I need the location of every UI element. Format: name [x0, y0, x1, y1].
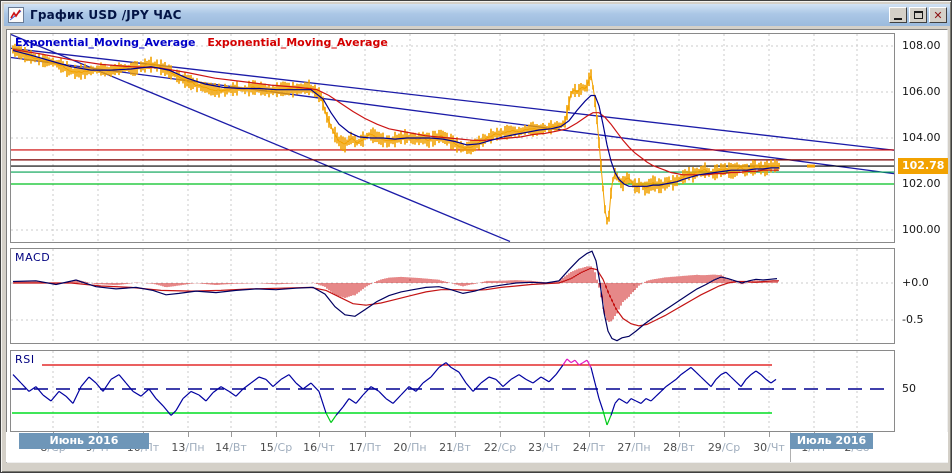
date-label: 30/Чт — [753, 441, 785, 454]
price-chart-canvas — [10, 33, 895, 243]
date-label: 28/Вт — [663, 441, 695, 454]
rsi-tick-label: 50 — [902, 382, 916, 395]
date-label: 29/Ср — [707, 441, 741, 454]
date-label: 22/Ср — [483, 441, 517, 454]
date-tick — [410, 432, 411, 437]
price-chart-panel[interactable]: Exponential_Moving_Average Exponential_M… — [10, 33, 895, 243]
date-tick — [276, 432, 277, 437]
date-tick — [544, 432, 545, 437]
ema-legend-red: Exponential_Moving_Average — [207, 36, 388, 49]
maximize-button[interactable] — [909, 7, 927, 23]
date-label: 15/Ср — [259, 441, 293, 454]
close-icon: ✕ — [933, 8, 943, 22]
minimize-icon — [894, 18, 902, 20]
window-controls: ✕ — [889, 7, 947, 23]
month-label-june: Июнь 2016 — [19, 433, 149, 449]
price-tick-label: 100.00 — [902, 223, 941, 236]
close-button[interactable]: ✕ — [929, 7, 947, 23]
date-tick — [231, 432, 232, 437]
rsi-label: RSI — [15, 353, 35, 366]
price-tick-label: 102.00 — [902, 177, 941, 190]
date-label: 13/Пн — [171, 441, 205, 454]
indicator-legend: Exponential_Moving_Average Exponential_M… — [15, 36, 396, 49]
macd-tick-label: +0.0 — [902, 276, 929, 289]
date-label: 20/Пн — [393, 441, 427, 454]
macd-tick-label: -0.5 — [902, 313, 924, 326]
date-tick — [679, 432, 680, 437]
price-tick-label: 108.00 — [902, 39, 941, 52]
date-tick — [634, 432, 635, 437]
rsi-canvas — [10, 350, 895, 432]
date-label: 23/Чт — [528, 441, 560, 454]
date-tick — [455, 432, 456, 437]
ema-legend-blue: Exponential_Moving_Average — [15, 36, 196, 49]
macd-panel[interactable]: MACD — [10, 248, 895, 344]
maximize-icon — [913, 11, 923, 19]
date-label: 16/Чт — [303, 441, 335, 454]
minimize-button[interactable] — [889, 7, 907, 23]
date-axis[interactable]: 8/Ср9/Чт10/Пт13/Пн14/Вт15/Ср16/Чт17/Пт20… — [6, 432, 948, 462]
date-tick — [589, 432, 590, 437]
date-label: 14/Вт — [215, 441, 247, 454]
app-window: График USD /JPY ЧАС ✕ Exponential_Moving… — [0, 0, 952, 473]
date-tick — [724, 432, 725, 437]
price-tick-label: 106.00 — [902, 85, 941, 98]
macd-canvas — [10, 248, 895, 344]
rsi-panel[interactable]: RSI — [10, 350, 895, 432]
macd-label: MACD — [15, 251, 51, 264]
date-label: 17/Пт — [348, 441, 382, 454]
current-price-label: 102.78 — [898, 158, 949, 175]
date-label: 21/Вт — [439, 441, 471, 454]
title-bar[interactable]: График USD /JPY ЧАС ✕ — [4, 4, 950, 26]
chart-app-icon — [8, 7, 24, 23]
price-axis[interactable]: 108.00 106.00 104.00 102.00 100.00 +0.0 -0.5 50… — [897, 29, 951, 433]
date-label: 27/Пн — [617, 441, 651, 454]
date-tick — [319, 432, 320, 437]
date-tick — [500, 432, 501, 437]
date-tick — [769, 432, 770, 437]
date-tick — [188, 432, 189, 437]
date-tick — [365, 432, 366, 437]
date-label: 24/Пт — [572, 441, 606, 454]
month-label-july: Июль 2016 — [790, 433, 873, 449]
window-title: График USD /JPY ЧАС — [30, 8, 182, 22]
price-tick-label: 104.00 — [902, 131, 941, 144]
